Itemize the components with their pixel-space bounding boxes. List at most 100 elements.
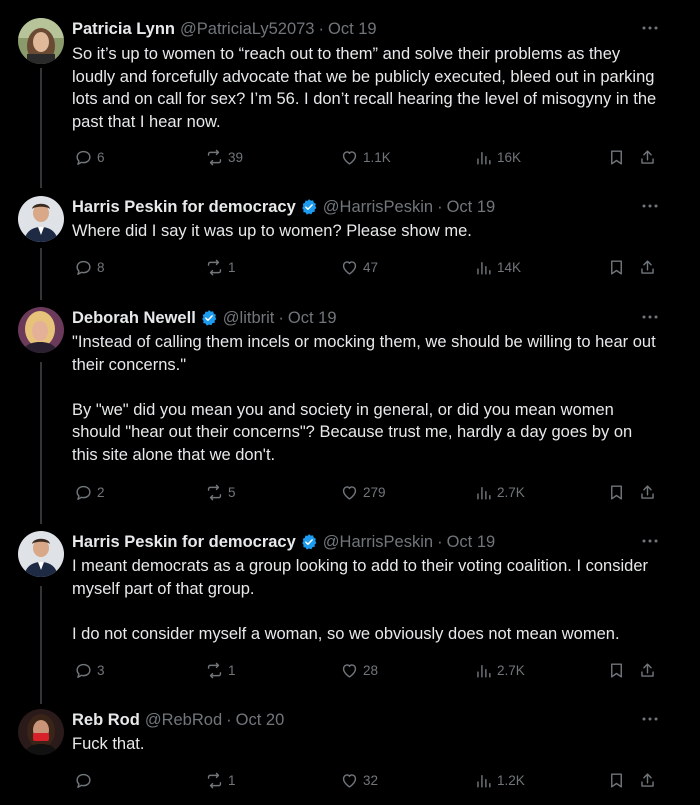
more-options-button[interactable] — [640, 709, 660, 729]
author-handle[interactable]: @PatriciaLy52073 — [180, 20, 314, 39]
bookmark-button[interactable] — [607, 483, 630, 502]
share-button[interactable] — [638, 483, 661, 502]
author-handle[interactable]: @HarrisPeskin — [323, 533, 433, 552]
more-options-button[interactable] — [640, 307, 660, 327]
repost-count: 1 — [228, 260, 236, 275]
timestamp[interactable]: Oct 19 — [447, 533, 496, 552]
thread-line — [40, 68, 42, 188]
bookmark-icon — [611, 150, 622, 165]
verified-badge-icon[interactable] — [200, 309, 218, 327]
repost-count: 5 — [228, 485, 236, 500]
heart-icon — [342, 151, 357, 165]
tweet-text: Where did I say it was up to women? Plea… — [72, 222, 472, 240]
like-count: 28 — [363, 663, 379, 678]
share-icon — [641, 485, 654, 499]
repost-button[interactable]: 5 — [205, 483, 236, 502]
bookmark-icon — [611, 260, 622, 275]
like-button[interactable]: 47 — [340, 258, 378, 277]
views-button[interactable]: 2.7K — [474, 661, 525, 680]
author-name[interactable]: Deborah Newell — [72, 309, 196, 328]
tweet-actions: 3 1 28 2.7K — [72, 661, 662, 683]
share-button[interactable] — [638, 661, 661, 680]
reply-button[interactable]: 3 — [74, 661, 105, 680]
views-icon — [477, 775, 491, 788]
tweet-text: I meant democrats as a group looking to … — [72, 557, 648, 643]
repost-icon — [207, 772, 222, 789]
timestamp[interactable]: Oct 19 — [328, 20, 377, 39]
heart-icon — [342, 774, 357, 788]
author-handle[interactable]: @RebRod — [145, 711, 222, 730]
separator-dot: · — [226, 710, 232, 729]
author-handle[interactable]: @litbrit — [223, 309, 275, 328]
author-name[interactable]: Reb Rod — [72, 711, 140, 730]
views-button[interactable]: 14K — [474, 258, 521, 277]
tweet-text: So it’s up to women to “reach out to the… — [72, 45, 661, 131]
avatar[interactable] — [18, 531, 64, 577]
bookmark-button[interactable] — [607, 771, 630, 790]
like-count: 279 — [363, 485, 386, 500]
repost-icon — [207, 259, 222, 276]
views-icon — [477, 665, 491, 678]
share-button[interactable] — [638, 258, 661, 277]
ellipsis-icon — [642, 26, 658, 30]
author-name[interactable]: Patricia Lynn — [72, 20, 175, 39]
author-name[interactable]: Harris Peskin for democracy — [72, 533, 296, 552]
repost-button[interactable]: 39 — [205, 148, 243, 167]
avatar[interactable] — [18, 307, 64, 353]
timestamp[interactable]: Oct 20 — [236, 711, 285, 730]
verified-badge-icon[interactable] — [300, 198, 318, 216]
share-button[interactable] — [638, 148, 661, 167]
conversation-thread: Patricia Lynn @PatriciaLy52073 · Oct 19 … — [0, 0, 700, 805]
bookmark-button[interactable] — [607, 258, 630, 277]
more-options-button[interactable] — [640, 18, 660, 38]
repost-count: 39 — [228, 150, 244, 165]
separator-dot: · — [437, 532, 443, 551]
views-button[interactable]: 16K — [474, 148, 521, 167]
ellipsis-icon — [642, 315, 658, 319]
ellipsis-icon — [642, 717, 658, 721]
views-button[interactable]: 1.2K — [474, 771, 525, 790]
reply-button[interactable] — [74, 771, 97, 790]
author-name[interactable]: Harris Peskin for democracy — [72, 198, 296, 217]
view-count: 1.2K — [497, 773, 525, 788]
thread-line — [40, 586, 42, 704]
like-count: 1.1K — [363, 150, 391, 165]
like-count: 47 — [363, 260, 379, 275]
repost-icon — [207, 662, 222, 679]
repost-button[interactable]: 1 — [205, 771, 236, 790]
share-button[interactable] — [638, 771, 661, 790]
more-options-button[interactable] — [640, 531, 660, 551]
bookmark-icon — [611, 663, 622, 678]
reply-button[interactable]: 2 — [74, 483, 105, 502]
repost-icon — [207, 484, 222, 501]
avatar[interactable] — [18, 18, 64, 64]
like-button[interactable]: 28 — [340, 661, 378, 680]
like-button[interactable]: 32 — [340, 771, 378, 790]
repost-count: 1 — [228, 663, 236, 678]
author-handle[interactable]: @HarrisPeskin — [323, 198, 433, 217]
share-icon — [641, 773, 654, 787]
bookmark-button[interactable] — [607, 148, 630, 167]
avatar[interactable] — [18, 709, 64, 755]
like-button[interactable]: 1.1K — [340, 148, 391, 167]
reply-button[interactable]: 6 — [74, 148, 105, 167]
tweet-actions: 6 39 1.1K 16K — [72, 148, 662, 170]
views-icon — [477, 152, 491, 165]
repost-button[interactable]: 1 — [205, 661, 236, 680]
timestamp[interactable]: Oct 19 — [288, 309, 337, 328]
timestamp[interactable]: Oct 19 — [447, 198, 496, 217]
more-options-button[interactable] — [640, 196, 660, 216]
like-count: 32 — [363, 773, 379, 788]
bookmark-button[interactable] — [607, 661, 630, 680]
like-button[interactable]: 279 — [340, 483, 386, 502]
bookmark-icon — [611, 773, 622, 788]
reply-icon — [76, 773, 91, 788]
share-icon — [641, 150, 654, 164]
verified-badge-icon[interactable] — [300, 533, 318, 551]
repost-button[interactable]: 1 — [205, 258, 236, 277]
view-count: 14K — [497, 260, 522, 275]
reply-button[interactable]: 8 — [74, 258, 105, 277]
thread-line — [40, 248, 42, 300]
views-button[interactable]: 2.7K — [474, 483, 525, 502]
avatar[interactable] — [18, 196, 64, 242]
